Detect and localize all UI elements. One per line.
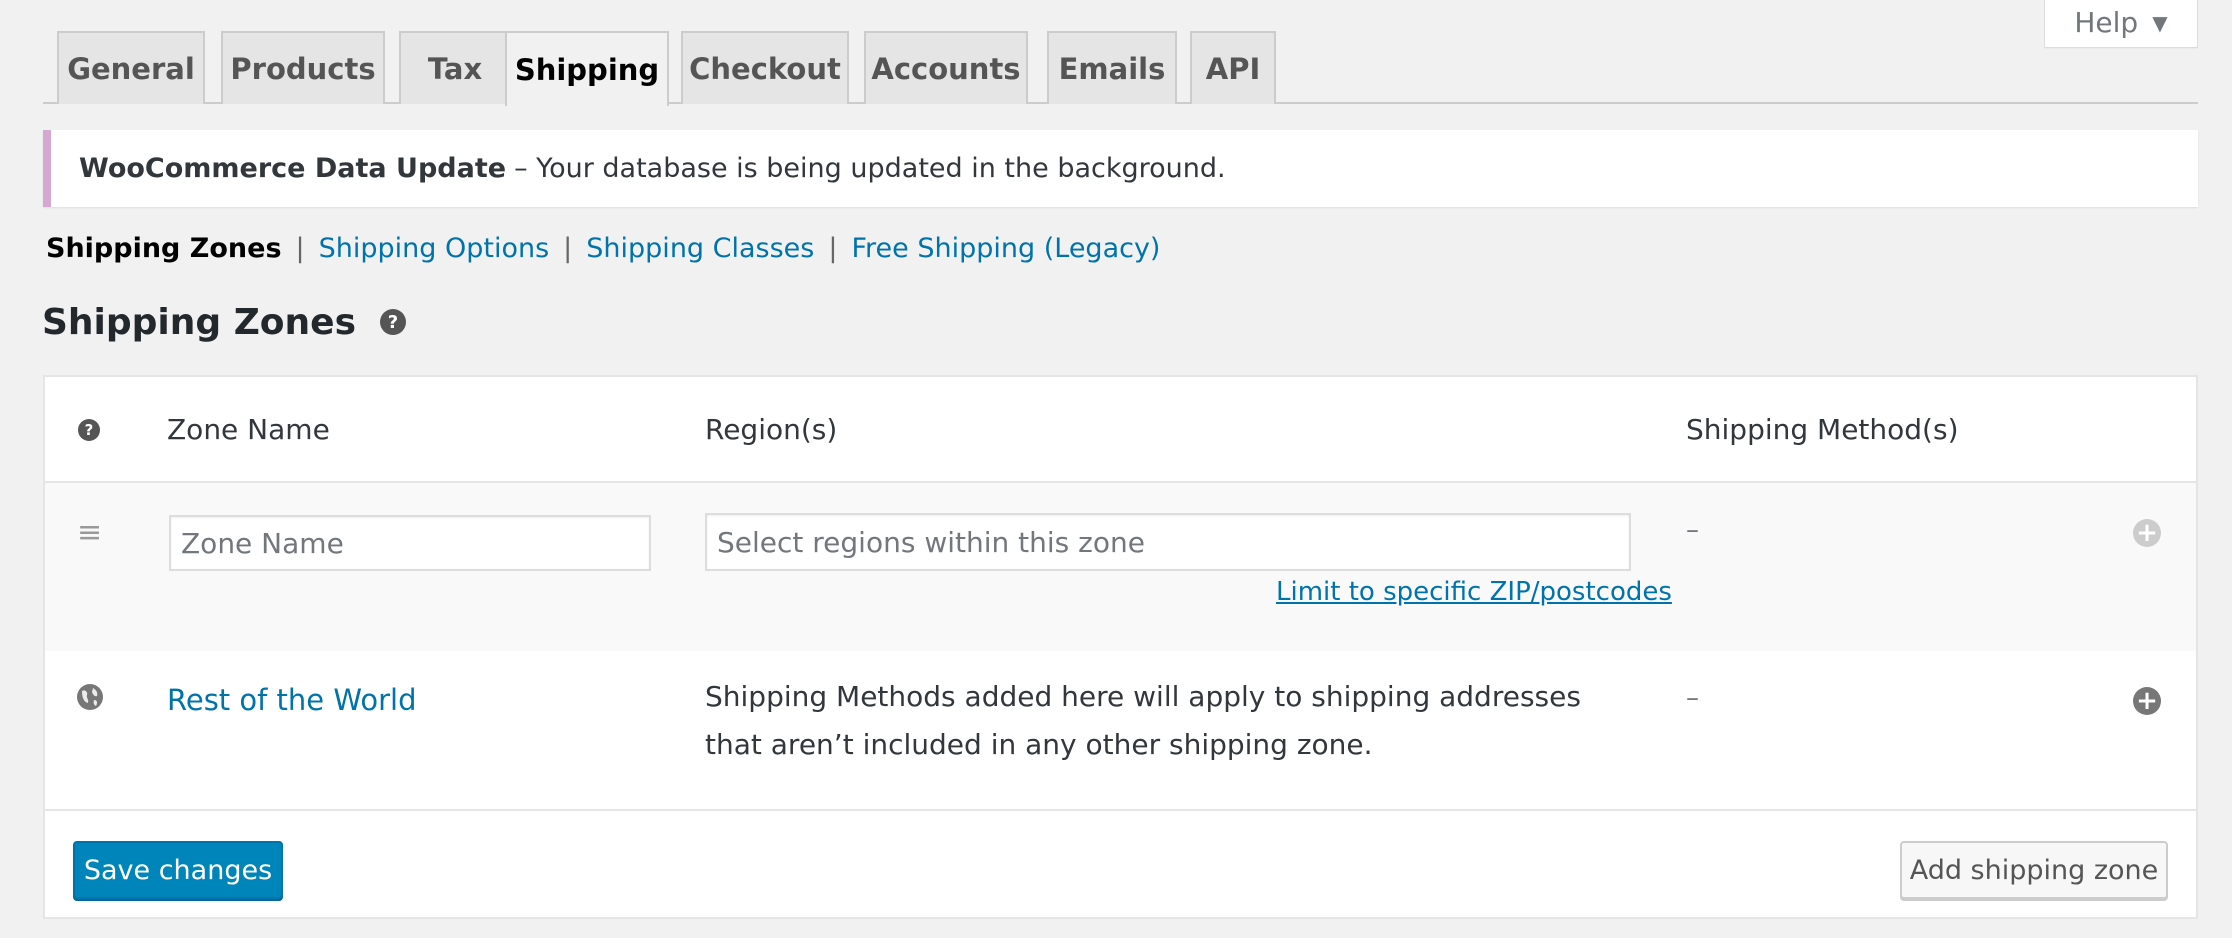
tab-general[interactable]: General <box>57 31 205 104</box>
subnav-separator: | <box>295 232 305 264</box>
methods-empty: – <box>1686 515 1699 545</box>
notice-title: WooCommerce Data Update <box>79 153 507 184</box>
zone-name-input[interactable] <box>169 515 651 571</box>
header-shipping-methods: Shipping Method(s) <box>1686 413 1959 446</box>
settings-tabs: General Products Tax Shipping Checkout A… <box>43 0 2198 106</box>
notice-message: – Your database is being updated in the … <box>514 153 1226 184</box>
table-row-new-zone: ≡ Limit to specific ZIP/postcodes – + <box>45 483 2196 651</box>
limit-postcodes-link[interactable]: Limit to specific ZIP/postcodes <box>1276 577 1672 607</box>
tab-shipping[interactable]: Shipping <box>505 31 669 106</box>
header-zone-name: Zone Name <box>167 413 330 446</box>
tab-tax[interactable]: Tax <box>399 31 511 104</box>
drag-handle-icon[interactable]: ≡ <box>77 515 102 550</box>
tab-accounts[interactable]: Accounts <box>864 31 1028 104</box>
add-method-icon[interactable]: + <box>2133 687 2161 715</box>
tab-products[interactable]: Products <box>221 31 385 104</box>
shipping-zones-table: ? Zone Name Region(s) Shipping Method(s)… <box>43 375 2198 919</box>
data-update-notice: WooCommerce Data Update – Your database … <box>43 130 2198 207</box>
help-question-icon[interactable]: ? <box>380 309 407 335</box>
tab-api[interactable]: API <box>1190 31 1276 104</box>
header-regions: Region(s) <box>705 413 838 446</box>
shipping-subnav: Shipping Zones | Shipping Options | Ship… <box>46 228 1160 268</box>
add-method-icon[interactable]: + <box>2133 519 2161 547</box>
save-changes-button[interactable]: Save changes <box>73 841 283 899</box>
table-footer: Save changes Add shipping zone <box>45 811 2196 919</box>
tab-checkout[interactable]: Checkout <box>681 31 849 104</box>
page-heading: Shipping Zones ? <box>42 298 407 346</box>
rest-of-world-description: Shipping Methods added here will apply t… <box>705 680 1581 761</box>
subnav-free-shipping-legacy[interactable]: Free Shipping (Legacy) <box>851 233 1160 264</box>
subnav-shipping-classes[interactable]: Shipping Classes <box>586 233 814 264</box>
globe-icon <box>77 684 103 710</box>
table-header: ? Zone Name Region(s) Shipping Method(s) <box>45 377 2196 483</box>
regions-select-input[interactable] <box>705 513 1631 571</box>
subnav-separator: | <box>828 232 838 264</box>
methods-empty: – <box>1686 683 1699 713</box>
rest-of-world-link[interactable]: Rest of the World <box>167 683 416 717</box>
subnav-shipping-zones: Shipping Zones <box>46 232 282 264</box>
add-shipping-zone-button[interactable]: Add shipping zone <box>1900 841 2168 899</box>
table-row-rest-of-world: Rest of the World Shipping Methods added… <box>45 651 2196 811</box>
sort-help-icon[interactable]: ? <box>78 419 100 441</box>
tab-emails[interactable]: Emails <box>1047 31 1177 104</box>
subnav-separator: | <box>563 232 573 264</box>
subnav-shipping-options[interactable]: Shipping Options <box>319 233 550 264</box>
page-title: Shipping Zones <box>42 301 357 343</box>
